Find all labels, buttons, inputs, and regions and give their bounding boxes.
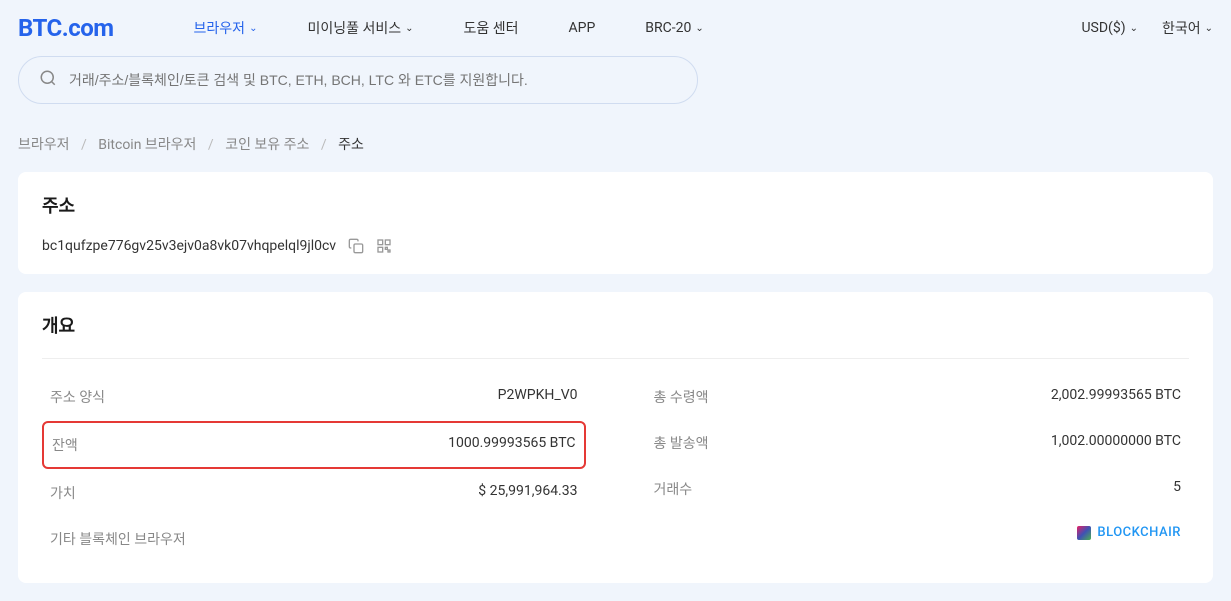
nav-mining[interactable]: 미이닝풀 서비스 ⌄ <box>307 18 413 38</box>
blockchair-label: BLOCKCHAIR <box>1097 525 1181 540</box>
breadcrumb-current: 주소 <box>338 137 364 153</box>
breadcrumb-item[interactable]: Bitcoin 브라우저 <box>98 137 196 153</box>
qr-icon[interactable] <box>376 238 392 254</box>
address-card: 주소 bc1qufzpe776gv25v3ejv0a8vk07vhqpelql9… <box>18 172 1213 274</box>
search-bar[interactable] <box>18 56 698 104</box>
nav-label: APP <box>569 20 596 36</box>
chevron-down-icon: ⌄ <box>1205 23 1213 34</box>
nav-label: BRC-20 <box>645 20 691 36</box>
blockchair-icon <box>1077 526 1091 540</box>
breadcrumb-item[interactable]: 코인 보유 주소 <box>225 137 309 153</box>
overview-right-col: 총 수령액 2,002.99993565 BTC 총 발송액 1,002.000… <box>646 375 1190 563</box>
nav-right: USD($) ⌄ 한국어 ⌄ <box>1081 18 1213 38</box>
label: 잔액 <box>52 435 78 455</box>
value: 1,002.00000000 BTC <box>1051 433 1181 453</box>
main-nav: 브라우저 ⌄ 미이닝풀 서비스 ⌄ 도움 센터 APP BRC-20 ⌄ <box>194 18 1082 38</box>
row-total-received: 총 수령액 2,002.99993565 BTC <box>646 375 1190 419</box>
chevron-down-icon: ⌄ <box>1130 23 1138 34</box>
chevron-down-icon: ⌄ <box>405 23 413 34</box>
value: P2WPKH_V0 <box>498 387 578 407</box>
value: 1000.99993565 BTC <box>448 435 575 455</box>
nav-label: 도움 센터 <box>464 18 519 38</box>
breadcrumb-separator: / <box>81 137 87 153</box>
nav-help[interactable]: 도움 센터 <box>464 18 519 38</box>
overview-card: 개요 주소 양식 P2WPKH_V0 잔액 1000.99993565 BTC … <box>18 292 1213 583</box>
copy-icon[interactable] <box>348 238 364 254</box>
nav-label: 미이닝풀 서비스 <box>307 18 401 38</box>
breadcrumb-separator: / <box>208 137 214 153</box>
logo[interactable]: BTC.com <box>18 14 114 42</box>
label: 거래수 <box>654 479 693 499</box>
label: 주소 양식 <box>50 387 105 407</box>
overview-body: 주소 양식 P2WPKH_V0 잔액 1000.99993565 BTC 가치 … <box>42 358 1189 563</box>
row-balance: 잔액 1000.99993565 BTC <box>44 423 584 467</box>
nav-browser[interactable]: 브라우저 ⌄ <box>194 18 258 38</box>
row-other-explorer: 기타 블록체인 브라우저 <box>42 517 586 561</box>
value: 2,002.99993565 BTC <box>1051 387 1181 407</box>
search-icon <box>39 69 57 91</box>
search-container <box>0 56 1231 134</box>
label: 가치 <box>50 483 76 503</box>
row-tx-count: 거래수 5 <box>646 467 1190 511</box>
header: BTC.com 브라우저 ⌄ 미이닝풀 서비스 ⌄ 도움 센터 APP BRC-… <box>0 0 1231 56</box>
address-value: bc1qufzpe776gv25v3ejv0a8vk07vhqpelql9jl0… <box>42 238 336 254</box>
search-input[interactable] <box>69 72 677 88</box>
language-selector[interactable]: 한국어 ⌄ <box>1162 18 1213 38</box>
chevron-down-icon: ⌄ <box>249 23 257 34</box>
row-value: 가치 $ 25,991,964.33 <box>42 471 586 515</box>
value: $ 25,991,964.33 <box>478 483 577 503</box>
breadcrumb-separator: / <box>321 137 327 153</box>
address-title: 주소 <box>42 192 1189 218</box>
label: 총 발송액 <box>654 433 709 453</box>
currency-selector[interactable]: USD($) ⌄ <box>1081 18 1138 38</box>
row-total-sent: 총 발송액 1,002.00000000 BTC <box>646 421 1190 465</box>
label: 총 수령액 <box>654 387 709 407</box>
nav-label: 브라우저 <box>194 18 246 38</box>
nav-app[interactable]: APP <box>569 18 596 38</box>
chevron-down-icon: ⌄ <box>695 23 703 34</box>
blockchair-link[interactable]: BLOCKCHAIR <box>1077 525 1181 540</box>
breadcrumb-item[interactable]: 브라우저 <box>18 137 70 153</box>
value: 5 <box>1173 479 1181 499</box>
row-blockchair: BLOCKCHAIR <box>646 513 1190 552</box>
overview-title: 개요 <box>42 312 1189 338</box>
address-row: bc1qufzpe776gv25v3ejv0a8vk07vhqpelql9jl0… <box>42 238 1189 254</box>
overview-left-col: 주소 양식 P2WPKH_V0 잔액 1000.99993565 BTC 가치 … <box>42 375 586 563</box>
row-address-format: 주소 양식 P2WPKH_V0 <box>42 375 586 419</box>
language-label: 한국어 <box>1162 18 1201 38</box>
currency-label: USD($) <box>1081 20 1125 36</box>
label: 기타 블록체인 브라우저 <box>50 529 186 549</box>
breadcrumb: 브라우저 / Bitcoin 브라우저 / 코인 보유 주소 / 주소 <box>0 134 1231 172</box>
nav-brc20[interactable]: BRC-20 ⌄ <box>645 18 703 38</box>
